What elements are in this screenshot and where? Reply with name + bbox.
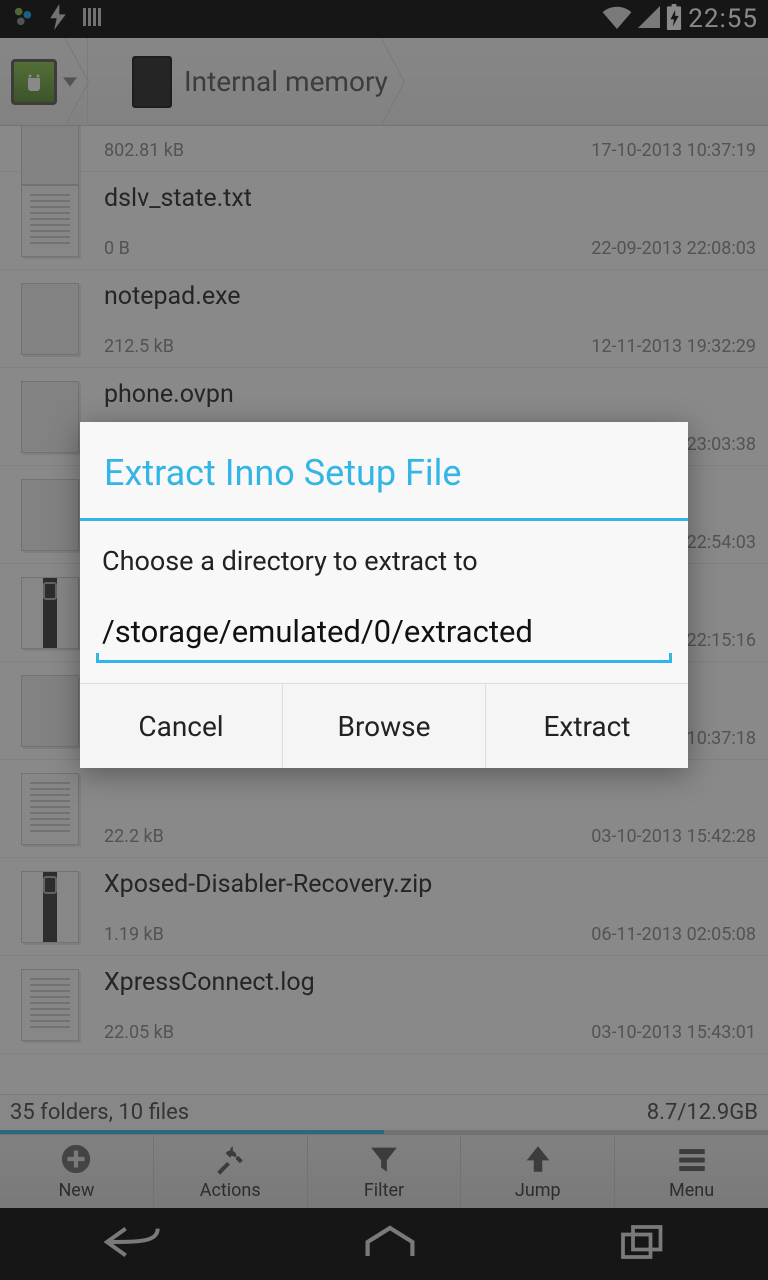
dialog-title: Extract Inno Setup File (80, 422, 688, 518)
extract-button[interactable]: Extract (486, 684, 688, 768)
dialog-prompt: Choose a directory to extract to (96, 545, 672, 577)
extract-dialog: Extract Inno Setup File Choose a directo… (80, 422, 688, 768)
browse-button[interactable]: Browse (283, 684, 486, 768)
extract-path-input[interactable] (96, 605, 672, 663)
cancel-button[interactable]: Cancel (80, 684, 283, 768)
